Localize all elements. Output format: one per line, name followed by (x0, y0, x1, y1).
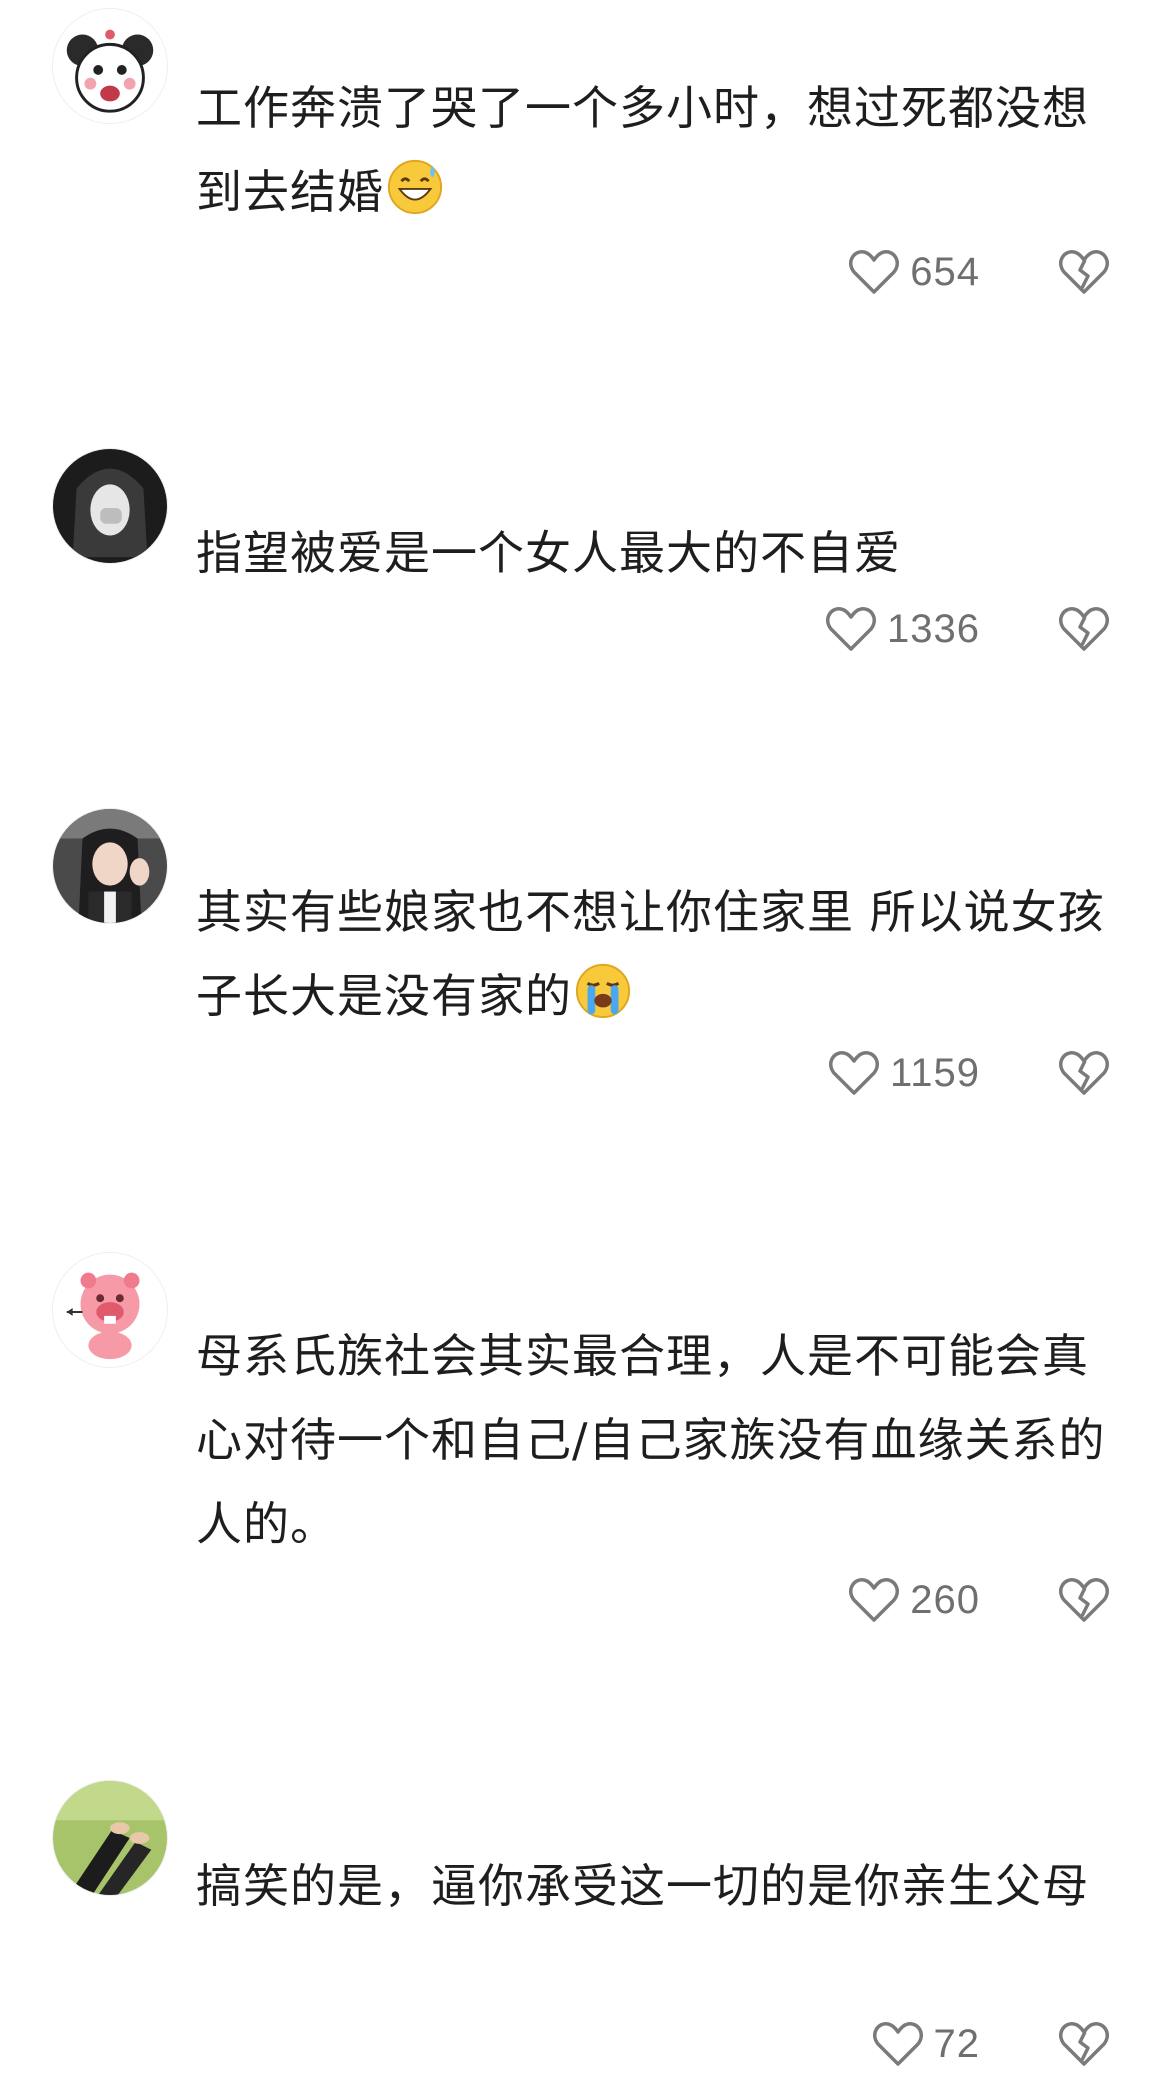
dislike-button[interactable] (1058, 2020, 1110, 2068)
broken-heart-icon (1059, 1051, 1109, 1095)
comment-actions: 1336 (0, 599, 1170, 659)
broken-heart-icon (1059, 2022, 1109, 2066)
like-button[interactable]: 1336 (825, 599, 980, 659)
heart-outline-icon (849, 250, 900, 294)
dislike-button[interactable] (1058, 1049, 1110, 1097)
broken-heart-icon (1059, 607, 1109, 651)
broken-heart-icon (1059, 1578, 1109, 1622)
like-button[interactable]: 260 (848, 1570, 980, 1630)
heart-outline-icon (829, 1051, 879, 1095)
user-avatar[interactable] (52, 448, 168, 564)
dislike-button[interactable] (1058, 1576, 1110, 1624)
comment-text: 指望被爱是一个女人最大的不自爱 (196, 526, 901, 580)
user-avatar[interactable] (52, 1252, 168, 1368)
comment-actions: 72 (0, 2014, 1170, 2074)
user-avatar[interactable] (52, 1780, 168, 1896)
heart-outline-icon (826, 607, 876, 651)
like-button[interactable]: 654 (848, 242, 980, 302)
dislike-button[interactable] (1058, 605, 1110, 653)
dislike-button[interactable] (1058, 248, 1110, 296)
like-count: 1336 (887, 606, 980, 651)
like-button[interactable]: 72 (872, 2014, 981, 2074)
like-count: 1159 (889, 1050, 980, 1095)
heart-outline-icon (849, 1578, 900, 1622)
comment-actions: 654 (0, 242, 1170, 302)
user-avatar[interactable] (52, 808, 168, 924)
heart-outline-icon (872, 2022, 923, 2066)
comment-text: 搞笑的是，逼你承受这一切的是你亲生父母 (196, 1859, 1089, 1913)
grinning-sweat-emoji (387, 159, 443, 215)
loudly-crying-emoji (575, 963, 631, 1019)
user-avatar[interactable] (52, 8, 168, 124)
comment-text: 工作奔溃了哭了一个多小时，想过死都没想到去结婚 (196, 81, 1089, 219)
comment-actions: 1159 (0, 1043, 1170, 1103)
comment-text: 其实有些娘家也不想让你住家里 所以说女孩子长大是没有家的 (196, 885, 1105, 1023)
like-count: 260 (910, 1577, 980, 1622)
like-count: 654 (910, 249, 980, 294)
comment-actions: 260 (0, 1570, 1170, 1630)
broken-heart-icon (1059, 250, 1109, 294)
comment-text: 母系氏族社会其实最合理，人是不可能会真心对待一个和自己/自己家族没有血缘关系的人… (196, 1329, 1106, 1551)
like-button[interactable]: 1159 (828, 1043, 980, 1103)
